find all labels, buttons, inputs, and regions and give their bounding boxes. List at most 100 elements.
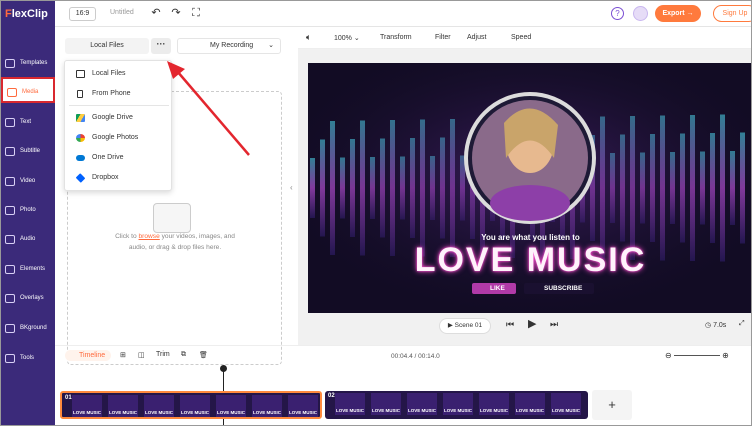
overlays-icon <box>5 294 15 303</box>
flexclip-editor: FlexClip 16:9 Untitled ↶ ↷ ⛶ ? Export → … <box>0 0 752 426</box>
menu-item-google-photos[interactable]: Google Photos <box>65 129 173 147</box>
clip-thumbnail: LOVE MUSIC <box>335 393 365 415</box>
templates-icon <box>5 59 15 68</box>
volume-icon[interactable]: 🔈︎ <box>306 32 311 43</box>
browse-link[interactable]: browse <box>139 233 160 240</box>
clip-thumbnail: LOVE MUSIC <box>108 395 138 417</box>
clip-thumbnail: LOVE MUSIC <box>288 395 318 417</box>
subscribe-badge: SUBSCRIBE <box>524 283 594 294</box>
video-icon <box>5 177 15 186</box>
next-icon[interactable]: ⏭ <box>550 319 558 330</box>
clip-thumbnail: LOVE MUSIC <box>144 395 174 417</box>
previous-icon[interactable]: ⏮ <box>506 319 514 330</box>
drop-instructions: Click to browse your videos, images, and… <box>115 233 235 251</box>
tab-my-recording[interactable]: My Recording ⌄ <box>177 38 281 54</box>
clip-thumbnail: LOVE MUSIC <box>443 393 473 415</box>
add-clip-button[interactable]: + <box>592 390 632 420</box>
clip-thumbnail: LOVE MUSIC <box>407 393 437 415</box>
menu-item-from-phone[interactable]: From Phone <box>65 85 173 103</box>
media-icon <box>7 88 17 97</box>
clip-thumbnail: LOVE MUSIC <box>252 395 282 417</box>
editor-toolbar: 🔈︎ 100% ⌄ Transform Filter Adjust Speed <box>298 27 751 49</box>
menu-item-local-files[interactable]: Local Files <box>65 65 173 83</box>
timeline-zoom[interactable]: ⊖ ⊕ <box>665 351 729 360</box>
upload-media-icon <box>153 203 191 233</box>
scene-selector[interactable]: ▶ Scene 01 <box>439 318 491 334</box>
clip-thumbnail: LOVE MUSIC <box>216 395 246 417</box>
menu-item-dropbox[interactable]: Dropbox <box>65 169 173 187</box>
more-options-button[interactable]: ··· <box>151 38 171 54</box>
timeline-clip-1[interactable]: 01 LOVE MUSIC LOVE MUSIC LOVE MUSIC LOVE MUS… <box>60 391 322 419</box>
delete-icon[interactable]: 🗑︎ <box>199 351 208 359</box>
video-headline: LOVE MUSIC <box>414 241 647 279</box>
play-icon[interactable]: ▶ <box>528 317 536 330</box>
undo-icon[interactable]: ↶ <box>149 6 163 20</box>
sidebar-item-elements[interactable]: Elements <box>1 256 55 282</box>
text-icon <box>5 118 15 127</box>
speed-button[interactable]: Speed <box>511 34 531 41</box>
tools-icon <box>5 354 15 363</box>
avatar[interactable] <box>633 6 648 21</box>
sidebar-item-subtitle[interactable]: Subtitle <box>1 138 55 164</box>
clip-thumbnail: LOVE MUSIC <box>180 395 210 417</box>
adjust-button[interactable]: Adjust <box>467 34 486 41</box>
onedrive-icon <box>76 155 85 161</box>
duplicate-icon[interactable]: ⧉ <box>181 351 186 359</box>
sidebar-item-photo[interactable]: Photo <box>1 197 55 223</box>
redo-icon[interactable]: ↷ <box>169 6 183 20</box>
menu-item-one-drive[interactable]: One Drive <box>65 149 173 167</box>
google-photos-icon <box>76 134 85 142</box>
clip-thumbnail: LOVE MUSIC <box>72 395 102 417</box>
filter-button[interactable]: Filter <box>435 34 451 41</box>
chevron-down-icon: ⌄ <box>268 42 274 49</box>
audio-icon <box>5 235 15 244</box>
clip-thumbnail: LOVE MUSIC <box>371 393 401 415</box>
collapse-panel-icon[interactable]: ‹ <box>290 176 298 200</box>
sign-up-button[interactable]: Sign Up <box>713 5 751 22</box>
sidebar-item-background[interactable]: BKground <box>1 315 55 341</box>
top-bar: FlexClip 16:9 Untitled ↶ ↷ ⛶ ? Export → … <box>1 1 751 27</box>
timeline-clip-2[interactable]: 02 LOVE MUSIC LOVE MUSIC LOVE MUSIC LOVE MUS… <box>325 391 588 419</box>
flexclip-logo[interactable]: FlexClip <box>1 1 55 27</box>
dropbox-icon <box>75 173 86 183</box>
export-button[interactable]: Export → <box>655 5 701 22</box>
clip-thumbnail: LOVE MUSIC <box>515 393 545 415</box>
trim-button[interactable]: Trim <box>156 351 170 358</box>
fullscreen-icon[interactable]: ⛶ <box>189 6 203 20</box>
help-icon[interactable]: ? <box>611 7 624 20</box>
sidebar: Templates Media Text Subtitle Video Phot… <box>1 27 55 425</box>
phone-icon <box>77 90 83 98</box>
fullscreen-preview-icon[interactable]: ⤢ <box>739 320 745 328</box>
playhead-handle[interactable] <box>220 365 227 372</box>
clip-thumbnail: LOVE MUSIC <box>479 393 509 415</box>
time-readout: 00:04.4 / 00:14.0 <box>391 353 440 360</box>
zoom-select[interactable]: 100% ⌄ <box>334 34 360 42</box>
video-preview[interactable]: You are what you listen to LOVE MUSIC LI… <box>308 63 751 313</box>
scene-duration[interactable]: ◷ 7.0s <box>705 321 726 329</box>
add-scene-icon[interactable]: ⊞ <box>120 351 126 359</box>
tab-local-files[interactable]: Local Files <box>65 38 149 54</box>
aspect-ratio-button[interactable]: 16:9 <box>69 7 96 21</box>
like-badge: LIKE <box>472 283 516 294</box>
photo-icon <box>5 206 15 215</box>
project-title[interactable]: Untitled <box>110 9 134 16</box>
sidebar-item-overlays[interactable]: Overlays <box>1 285 55 311</box>
sidebar-item-text[interactable]: Text <box>1 109 55 135</box>
sidebar-item-audio[interactable]: Audio <box>1 226 55 252</box>
background-icon <box>5 324 15 333</box>
sidebar-item-video[interactable]: Video <box>1 168 55 194</box>
annotation-arrow <box>167 61 250 156</box>
menu-item-google-drive[interactable]: Google Drive <box>65 109 173 127</box>
sidebar-item-media[interactable]: Media <box>1 77 55 103</box>
sidebar-item-tools[interactable]: Tools <box>1 345 55 371</box>
monitor-icon <box>76 70 85 78</box>
subtitle-icon <box>5 147 15 156</box>
timeline-toggle[interactable]: Timeline <box>65 350 112 361</box>
clip-thumbnail: LOVE MUSIC <box>551 393 581 415</box>
elements-icon <box>5 265 15 274</box>
sidebar-item-templates[interactable]: Templates <box>1 50 55 76</box>
import-source-menu: Local Files From Phone Google Drive Goog… <box>64 60 172 191</box>
google-drive-icon <box>76 114 85 122</box>
transform-button[interactable]: Transform <box>380 34 412 41</box>
split-icon[interactable]: ◫ <box>138 351 145 359</box>
